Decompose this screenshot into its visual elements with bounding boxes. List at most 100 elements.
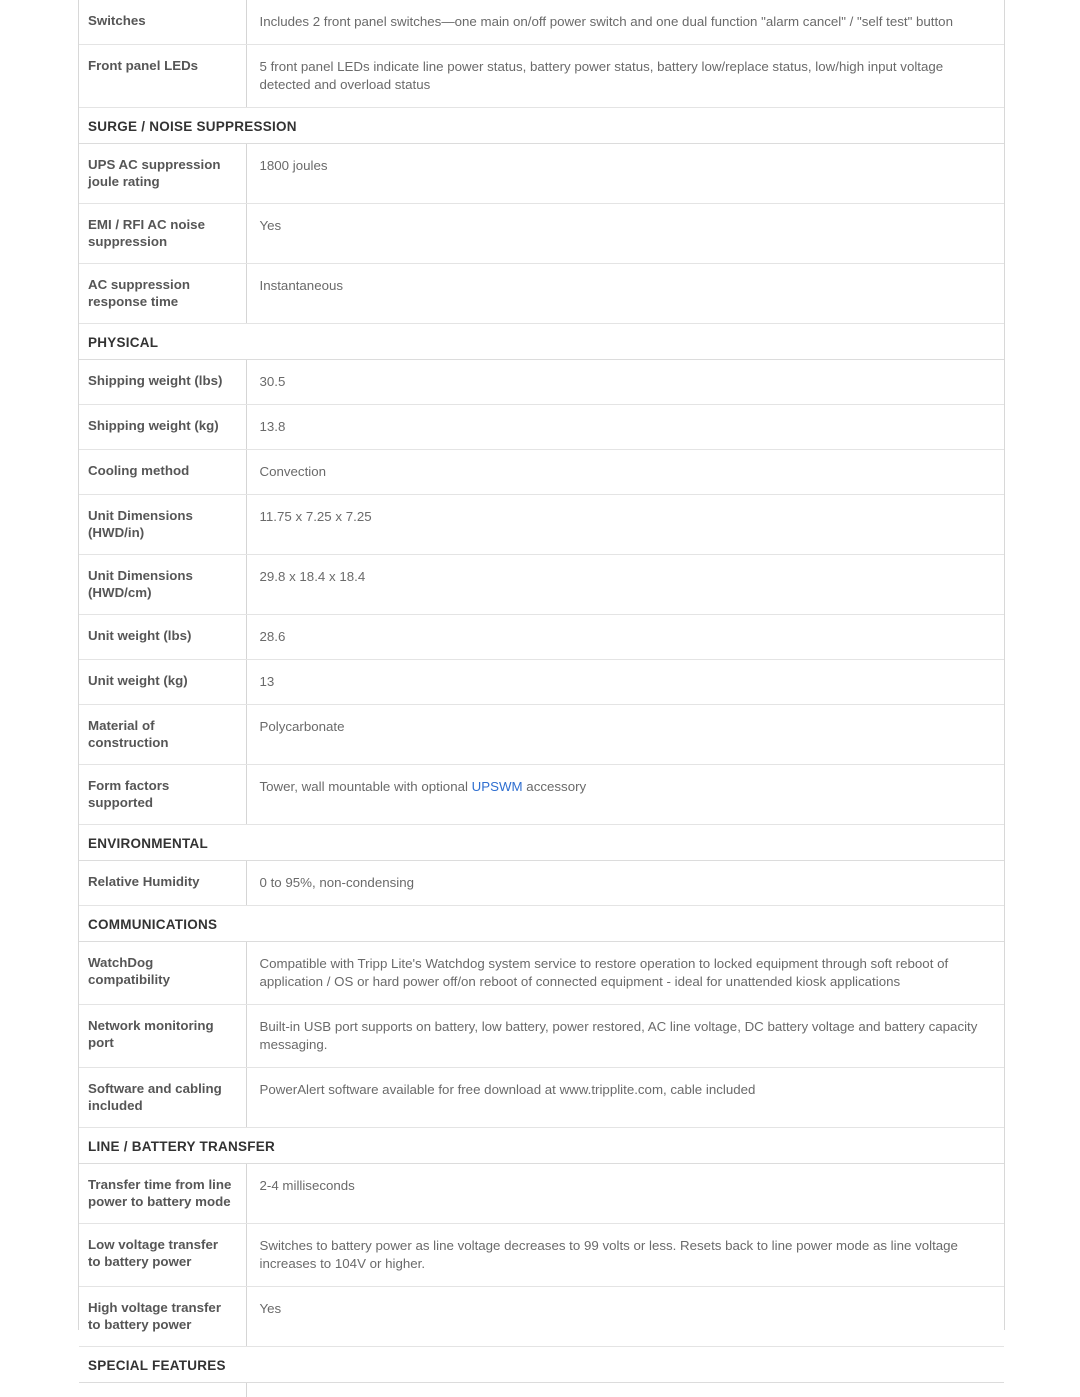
spec-label: Unit Dimensions (HWD/cm) bbox=[88, 568, 193, 600]
spec-value: 30.5 bbox=[259, 374, 286, 389]
spec-label: Shipping weight (kg) bbox=[88, 418, 219, 433]
spec-value: 5 front panel LEDs indicate line power s… bbox=[259, 59, 944, 92]
spec-label: Relative Humidity bbox=[88, 874, 200, 889]
spec-value: 11.75 x 7.25 x 7.25 bbox=[259, 509, 372, 524]
spec-label: Unit Dimensions (HWD/in) bbox=[88, 508, 193, 540]
spec-label-cell: Network monitoring port bbox=[79, 1004, 247, 1068]
table-row: Form factors supported Tower, wall mounta… bbox=[79, 764, 1004, 825]
spec-label: Low voltage transfer to battery power bbox=[88, 1237, 219, 1269]
section-header-cell: ENVIRONMENTAL bbox=[79, 824, 1004, 861]
spec-value-cell: 2-4 milliseconds bbox=[245, 1163, 1004, 1224]
spec-label-cell: Appearance bbox=[79, 1382, 247, 1397]
spec-label-cell: Shipping weight (kg) bbox=[79, 404, 247, 450]
spec-label-cell: Unit weight (kg) bbox=[79, 659, 247, 705]
spec-label-cell: Front panel LEDs bbox=[79, 44, 247, 108]
spec-value: 1800 joules bbox=[259, 158, 328, 173]
spec-value: Switches to battery power as line voltag… bbox=[259, 1238, 958, 1271]
spec-label: Material of construction bbox=[88, 718, 169, 750]
spec-value: Instantaneous bbox=[259, 278, 344, 293]
spec-label-cell: Low voltage transfer to battery power bbox=[79, 1223, 247, 1287]
spec-label: Shipping weight (lbs) bbox=[88, 373, 223, 388]
specifications-table-body: Switches Includes 2 front panel switches—… bbox=[79, 0, 1004, 1397]
spec-label: EMI / RFI AC noise suppression bbox=[88, 217, 205, 249]
table-row: Low voltage transfer to battery power Swi… bbox=[79, 1223, 1004, 1287]
spec-label: Unit weight (lbs) bbox=[88, 628, 192, 643]
table-row: Software and cabling included PowerAlert … bbox=[79, 1067, 1004, 1128]
spec-value-cell: Attractive gray tower UPS bbox=[245, 1382, 1004, 1397]
spec-label: Transfer time from line power to battery… bbox=[88, 1177, 232, 1209]
spec-value-cell: 11.75 x 7.25 x 7.25 bbox=[245, 494, 1004, 555]
spec-value-cell: 5 front panel LEDs indicate line power s… bbox=[245, 44, 1004, 108]
spec-value-cell: Polycarbonate bbox=[245, 704, 1004, 765]
table-row: AppearanceAttractive gray tower UPS bbox=[79, 1382, 1004, 1397]
section-header-cell: COMMUNICATIONS bbox=[79, 905, 1004, 942]
spec-label-cell: Shipping weight (lbs) bbox=[79, 359, 247, 405]
spec-value-cell: 29.8 x 18.4 x 18.4 bbox=[245, 554, 1004, 615]
spec-value-cell: 1800 joules bbox=[245, 143, 1004, 204]
table-row: UPS AC suppression joule rating 1800 joul… bbox=[79, 143, 1004, 204]
section-title: SPECIAL FEATURES bbox=[88, 1358, 226, 1373]
spec-label-cell: UPS AC suppression joule rating bbox=[79, 143, 247, 204]
spec-value: Yes bbox=[259, 1301, 282, 1316]
specification-page: Switches Includes 2 front panel switches—… bbox=[0, 0, 1080, 1397]
spec-value: 28.6 bbox=[259, 629, 286, 644]
section-title: PHYSICAL bbox=[88, 335, 159, 350]
spec-value: 29.8 x 18.4 x 18.4 bbox=[259, 569, 366, 584]
spec-label-cell: Relative Humidity bbox=[79, 860, 247, 906]
spec-label: Switches bbox=[88, 13, 146, 28]
spec-value-cell: Includes 2 front panel switches—one main… bbox=[245, 0, 1004, 45]
spec-label-cell: Unit weight (lbs) bbox=[79, 614, 247, 660]
table-row: Transfer time from line power to battery… bbox=[79, 1163, 1004, 1224]
table-row: Unit weight (kg) 13 bbox=[79, 659, 1004, 705]
spec-value: 13.8 bbox=[259, 419, 286, 434]
spec-value: Tower, wall mountable with optional UPSW… bbox=[260, 779, 587, 794]
section-title: COMMUNICATIONS bbox=[88, 917, 218, 932]
spec-value-cell: Tower, wall mountable with optional UPSW… bbox=[245, 764, 1004, 825]
spec-label-cell: Form factors supported bbox=[79, 764, 247, 825]
spec-label: Unit weight (kg) bbox=[88, 673, 188, 688]
spec-label-cell: Transfer time from line power to battery… bbox=[79, 1163, 247, 1224]
spec-value-cell: Instantaneous bbox=[245, 263, 1004, 324]
spec-value: Polycarbonate bbox=[259, 719, 345, 734]
spec-value-cell: 13.8 bbox=[245, 404, 1004, 450]
spec-label-cell: Material of construction bbox=[79, 704, 247, 765]
table-row: AC suppression response time Instantaneou… bbox=[79, 263, 1004, 324]
section-header-row: COMMUNICATIONS bbox=[79, 905, 1004, 942]
spec-value-cell: PowerAlert software available for free d… bbox=[245, 1067, 1004, 1128]
section-title: ENVIRONMENTAL bbox=[88, 836, 208, 851]
section-header-row: LINE / BATTERY TRANSFER bbox=[79, 1127, 1004, 1164]
spec-label-cell: High voltage transfer to battery power bbox=[79, 1286, 247, 1347]
spec-label-cell: Cooling method bbox=[79, 449, 247, 495]
section-header-cell: LINE / BATTERY TRANSFER bbox=[79, 1127, 1004, 1164]
table-row: Shipping weight (kg) 13.8 bbox=[79, 404, 1004, 450]
table-row: Front panel LEDs 5 front panel LEDs indic… bbox=[79, 44, 1004, 108]
spec-label: Form factors supported bbox=[88, 778, 170, 810]
section-header-cell: SPECIAL FEATURES bbox=[79, 1346, 1004, 1383]
section-header-cell: PHYSICAL bbox=[79, 323, 1004, 360]
spec-label: Network monitoring port bbox=[88, 1018, 214, 1050]
spec-label: AC suppression response time bbox=[88, 277, 190, 309]
inline-product-link[interactable]: UPSWM bbox=[472, 779, 523, 794]
spec-value: Built-in USB port supports on battery, l… bbox=[259, 1019, 978, 1052]
table-row: EMI / RFI AC noise suppression Yes bbox=[79, 203, 1004, 264]
table-row: WatchDog compatibility Compatible with Tr… bbox=[79, 941, 1004, 1005]
spec-value-cell: Switches to battery power as line voltag… bbox=[245, 1223, 1004, 1287]
section-title: LINE / BATTERY TRANSFER bbox=[88, 1139, 276, 1154]
spec-value-cell: 30.5 bbox=[245, 359, 1004, 405]
table-row: Unit Dimensions (HWD/cm) 29.8 x 18.4 x 18… bbox=[79, 554, 1004, 615]
table-row: Cooling method Convection bbox=[79, 449, 1004, 495]
spec-value-text: Tower, wall mountable with optional bbox=[259, 779, 472, 794]
table-row: Relative Humidity 0 to 95%, non-condensin… bbox=[79, 860, 1004, 906]
spec-value-cell: 0 to 95%, non-condensing bbox=[245, 860, 1004, 906]
spec-value: Includes 2 front panel switches—one main… bbox=[259, 14, 953, 29]
section-header-cell: SURGE / NOISE SUPPRESSION bbox=[79, 107, 1004, 144]
spec-value: 2-4 milliseconds bbox=[259, 1178, 355, 1193]
spec-value-text: accessory bbox=[522, 779, 587, 794]
table-row: Unit weight (lbs) 28.6 bbox=[79, 614, 1004, 660]
spec-label-cell: Software and cabling included bbox=[79, 1067, 247, 1128]
spec-label: Front panel LEDs bbox=[88, 58, 199, 73]
spec-label-cell: EMI / RFI AC noise suppression bbox=[79, 203, 247, 264]
spec-value-cell: Yes bbox=[245, 1286, 1004, 1347]
spec-label: UPS AC suppression joule rating bbox=[88, 157, 221, 189]
spec-label-cell: WatchDog compatibility bbox=[79, 941, 247, 1005]
